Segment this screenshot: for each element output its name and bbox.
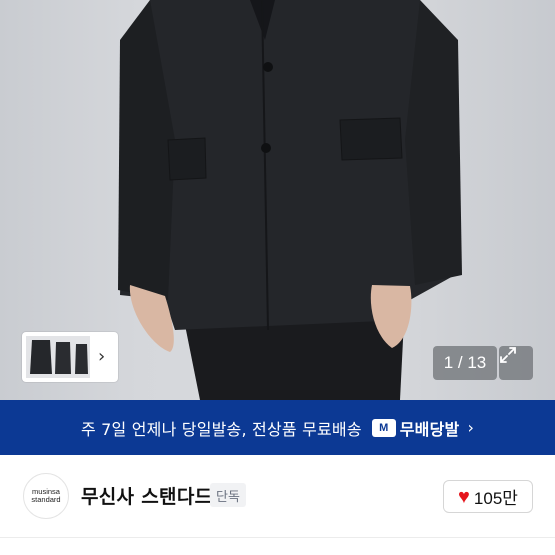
thumbnail-chevron-right-icon[interactable]: › xyxy=(98,348,105,366)
delivery-badge: M 무배당발 xyxy=(371,416,460,440)
like-count: 105만 xyxy=(473,489,518,508)
delivery-badge-label: 무배당발 xyxy=(399,419,460,439)
product-image[interactable]: › 1 / 13 xyxy=(0,0,555,400)
banner-text: 주 7일 언제나 당일발송, 전상품 무료배송 xyxy=(80,419,362,439)
expand-icon[interactable] xyxy=(499,346,533,380)
logo-line-2: standard xyxy=(31,495,61,504)
heart-icon: ♥ xyxy=(458,485,470,508)
image-counter: 1 / 13 xyxy=(433,346,497,380)
exclusive-badge: 단독 xyxy=(210,483,246,507)
brand-name[interactable]: 무신사 스탠다드 xyxy=(81,482,212,509)
like-button[interactable]: ♥ 105만 xyxy=(443,480,533,513)
free-shipping-banner[interactable]: 주 7일 언제나 당일발송, 전상품 무료배송 M 무배당발 › xyxy=(0,400,555,455)
thumbnail-images[interactable] xyxy=(26,336,90,378)
chevron-right-icon: › xyxy=(467,418,475,437)
divider xyxy=(0,537,555,538)
brand-logo[interactable]: musinsa standard xyxy=(23,473,69,519)
delivery-truck-icon: M xyxy=(371,418,396,437)
brand-row: musinsa standard 무신사 스탠다드 단독 ♥ 105만 xyxy=(0,455,555,537)
thumbnail-strip[interactable]: › xyxy=(22,332,118,382)
